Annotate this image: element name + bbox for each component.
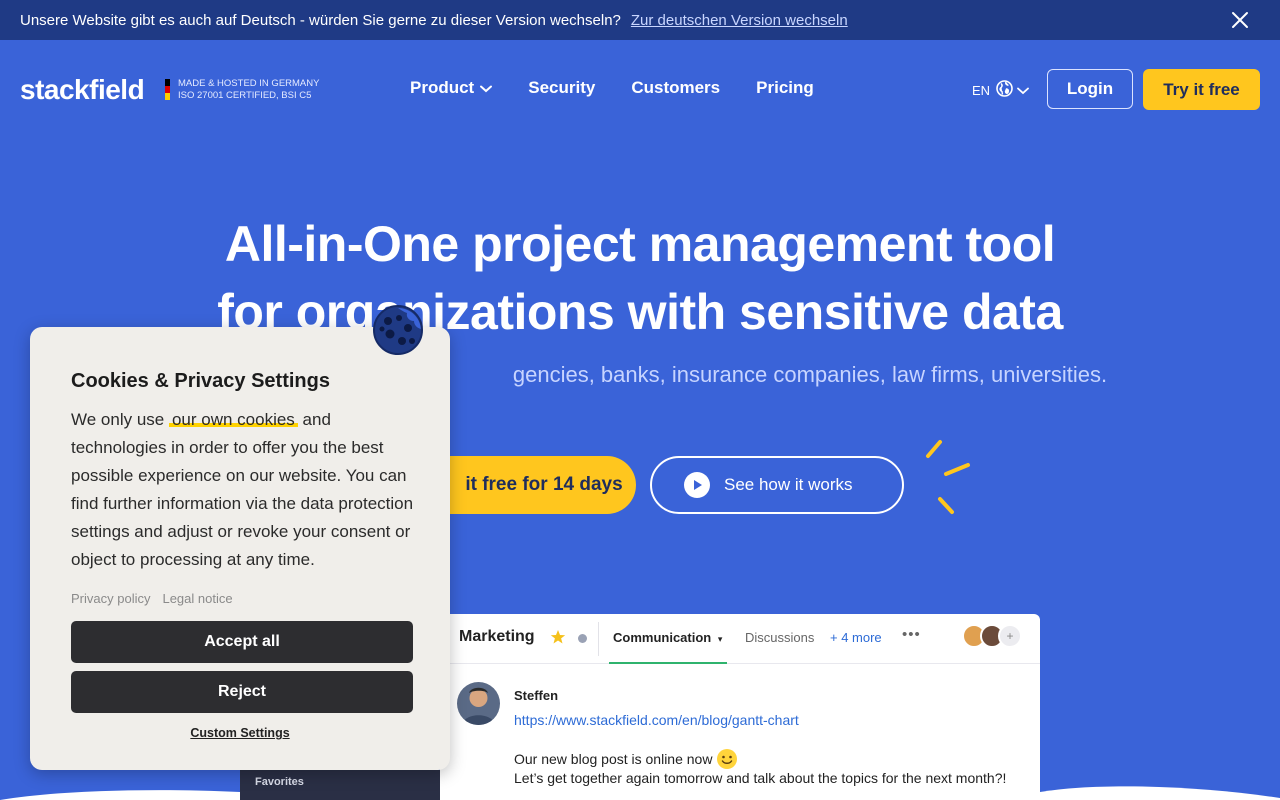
sidebar-favorites-label: Favorites	[255, 776, 304, 788]
custom-settings-link[interactable]: Custom Settings	[30, 726, 450, 740]
nav-product-label: Product	[410, 78, 475, 97]
tab-communication[interactable]: Communication ▾	[613, 630, 722, 645]
message-link[interactable]: https://www.stackfield.com/en/blog/gantt…	[514, 712, 799, 728]
badge-text: MADE & HOSTED IN GERMANY ISO 27001 CERTI…	[178, 78, 319, 101]
toolbar-divider	[598, 622, 599, 656]
nav-product[interactable]: Product	[410, 78, 493, 98]
message-line-1: Our new blog post is online now	[514, 748, 738, 770]
cookie-body-intro: We only use	[71, 410, 165, 429]
chevron-down-icon	[1017, 83, 1029, 98]
cookie-body-rest: and technologies in order to offer you t…	[71, 410, 414, 569]
cookie-dialog-links: Privacy policy Legal notice	[71, 591, 245, 606]
caret-down-icon: ▾	[717, 634, 723, 644]
tab-discussions[interactable]: Discussions	[745, 630, 814, 645]
language-suggestion-text: Unsere Website gibt es auch auf Deutsch …	[20, 11, 621, 29]
hero-subtitle-text: gencies, banks, insurance companies, law…	[512, 362, 1108, 387]
chevron-down-icon	[480, 78, 493, 98]
see-how-it-works-label: See how it works	[724, 475, 853, 494]
german-flag-icon	[165, 78, 170, 101]
switch-to-german-link[interactable]: Zur deutschen Version wechseln	[631, 12, 848, 29]
cookie-dialog-title: Cookies & Privacy Settings	[71, 370, 330, 392]
language-suggestion-bar: Unsere Website gibt es auch auf Deutsch …	[0, 0, 1280, 40]
active-tab-underline	[609, 662, 727, 664]
accept-all-button[interactable]: Accept all	[71, 621, 413, 663]
sparkle-decoration-icon	[926, 440, 970, 514]
more-options-icon[interactable]: •••	[902, 626, 921, 643]
nav-security[interactable]: Security	[528, 78, 595, 98]
login-button[interactable]: Login	[1047, 69, 1133, 109]
star-icon	[550, 629, 566, 650]
status-dot	[578, 634, 587, 643]
privacy-policy-link[interactable]: Privacy policy	[71, 591, 150, 606]
see-how-it-works-button[interactable]: See how it works	[650, 456, 904, 514]
message-author: Steffen	[514, 688, 559, 703]
room-title: Marketing	[459, 628, 535, 645]
tab-communication-label: Communication	[613, 630, 712, 645]
globe-icon	[996, 80, 1013, 100]
app-preview-window: Marketing Communication ▾ Discussions + …	[440, 614, 1040, 800]
badge-line-1: MADE & HOSTED IN GERMANY	[178, 78, 320, 89]
hero-title: All-in-One project management tool for o…	[0, 210, 1280, 346]
play-icon	[684, 472, 710, 498]
app-preview-sidebar: Favorites	[240, 770, 440, 800]
message-line-2: Let’s get together again tomorrow and ta…	[514, 770, 1007, 786]
site-header: stackfield MADE & HOSTED IN GERMANY ISO …	[0, 40, 1280, 140]
germany-certification-badge: MADE & HOSTED IN GERMANY ISO 27001 CERTI…	[165, 78, 319, 101]
stackfield-logo[interactable]: stackfield	[20, 74, 145, 106]
try-free-button[interactable]: Try it free	[1143, 69, 1260, 110]
cookie-consent-dialog: Cookies & Privacy Settings We only use o…	[30, 305, 450, 770]
legal-notice-link[interactable]: Legal notice	[162, 591, 232, 606]
close-icon[interactable]	[1230, 10, 1250, 30]
language-code: EN	[972, 82, 991, 98]
own-cookies-highlight: our own cookies	[168, 410, 298, 429]
custom-settings-label: Custom Settings	[190, 726, 290, 740]
cookie-icon	[372, 301, 428, 357]
avatar	[457, 682, 500, 725]
cookie-dialog-body: We only use our own cookies and technolo…	[71, 406, 421, 574]
reject-button[interactable]: Reject	[71, 671, 413, 713]
more-tabs-link[interactable]: + 4 more	[830, 630, 882, 645]
nav-customers[interactable]: Customers	[631, 78, 720, 98]
nav-pricing[interactable]: Pricing	[756, 78, 814, 98]
add-member-icon[interactable]: +	[998, 624, 1022, 648]
hero-title-line-1: All-in-One project management tool	[224, 216, 1056, 272]
app-preview-toolbar: Marketing Communication ▾ Discussions + …	[440, 614, 1040, 664]
language-selector[interactable]: EN	[972, 80, 1029, 100]
try-free-14-days-label: it free for 14 days	[465, 474, 623, 495]
member-avatars: +	[962, 624, 1022, 648]
message-line-1-text: Our new blog post is online now	[514, 751, 713, 767]
main-nav: Product Security Customers Pricing	[410, 78, 850, 98]
badge-line-2: ISO 27001 CERTIFIED, BSI C5	[178, 89, 312, 101]
smiley-emoji-icon	[716, 748, 738, 770]
